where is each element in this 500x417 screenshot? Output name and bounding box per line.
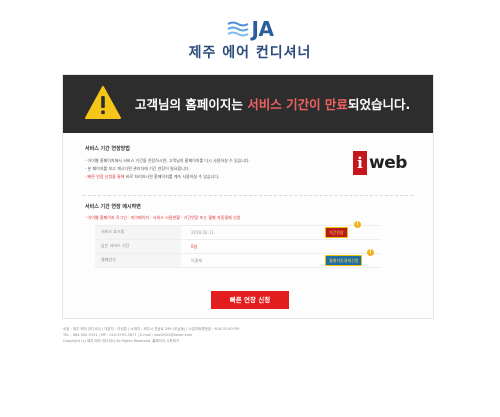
list-item-highlight: · 빠른 연장 신청을 통해 — [85, 174, 125, 179]
expiry-banner: 고객님의 홈페이지는 서비스 기간이 만료되었습니다. — [63, 75, 433, 133]
row-value: 0일 — [191, 244, 198, 249]
extension-steps-title: 서비스 기간 연장 메시하면 — [85, 204, 141, 210]
banner-prefix: 고객님의 홈페이지는 — [135, 97, 248, 112]
footer-line: Copyright (c) 제주 에어 컨디셔너 All Rights Rese… — [63, 339, 180, 343]
row-value: 2019.02.11 — [191, 230, 214, 235]
alert-badge-icon: ! — [354, 221, 361, 228]
extension-method-title: 서비스 기간 연장방법 — [85, 146, 130, 152]
banner-highlight: 서비스 기간이 만료 — [247, 97, 348, 112]
logo-waves-icon — [227, 21, 249, 37]
site-name: 제주 에어 컨디셔너 — [188, 45, 312, 61]
table-row: 결제방식 미결제 월별자동결제신청 ! — [95, 249, 381, 268]
extension-steps: · 아이웹 홈페이지 로그인 · 마이페이지 · 서비스 사용현황 · 기간연장… — [85, 215, 241, 220]
extension-steps-section: 서비스 기간 연장 메시하면 · 아이웹 홈페이지 로그인 · 마이페이지 · … — [85, 203, 240, 221]
auto-payment-button[interactable]: 월별자동결제신청 — [325, 255, 363, 266]
service-status-table: 서비스 호스팅 2019.02.11 기간연장 ! 남은 서비스 기간 0일 결… — [95, 221, 381, 268]
row-label: 서비스 호스팅 — [101, 229, 125, 234]
extend-period-button[interactable]: 기간연장 — [325, 227, 348, 238]
table-row: 남은 서비스 기간 0일 — [95, 239, 381, 253]
iweb-logo-box: i — [353, 151, 367, 175]
alert-badge-icon: ! — [367, 249, 374, 256]
section-divider — [83, 195, 413, 196]
quick-extension-button[interactable]: 빠른 연장 신청 — [211, 291, 289, 309]
logo-mark-text: JA — [251, 17, 274, 41]
expiry-notice-panel: 고객님의 홈페이지는 서비스 기간이 만료되었습니다. 서비스 기간 연장방법 … — [62, 74, 434, 319]
row-label: 남은 서비스 기간 — [101, 243, 130, 248]
iweb-logo[interactable]: i web — [353, 149, 413, 177]
list-item: · 아이웹 홈페이지에서 서비스 기간을 연장하시면, 고객님의 홈페이지를 다… — [85, 158, 250, 163]
row-value: 미결제 — [191, 258, 203, 263]
table-row: 서비스 호스팅 2019.02.11 기간연장 ! — [95, 221, 381, 239]
row-label: 결제방식 — [101, 257, 116, 262]
list-item-rest: 바로 처리하시면 홈페이지를 계속 사용하실 수 있습니다. — [124, 174, 220, 179]
extension-method-section: 서비스 기간 연장방법 · 아이웹 홈페이지에서 서비스 기간을 연장하시면, … — [85, 145, 355, 181]
banner-suffix: 되었습니다. — [347, 97, 411, 112]
list-item: · 빠른 연장 신청을 통해 바로 처리하시면 홈페이지를 계속 사용하실 수 … — [85, 173, 355, 181]
list-item: · 본 페이지를 보고 계시다면 관리자에 기간 연장이 필요합니다. — [85, 166, 190, 171]
warning-triangle-icon — [85, 86, 121, 119]
footer: 상호 : 제주 에어 컨디셔너 | 대표자 : 이성훈 | 소재지 : 제주시 … — [63, 326, 403, 344]
iweb-logo-word: web — [369, 153, 407, 173]
banner-message: 고객님의 홈페이지는 서비스 기간이 만료되었습니다. — [135, 94, 410, 113]
site-logo: JA 제주 에어 컨디셔너 — [0, 17, 500, 62]
